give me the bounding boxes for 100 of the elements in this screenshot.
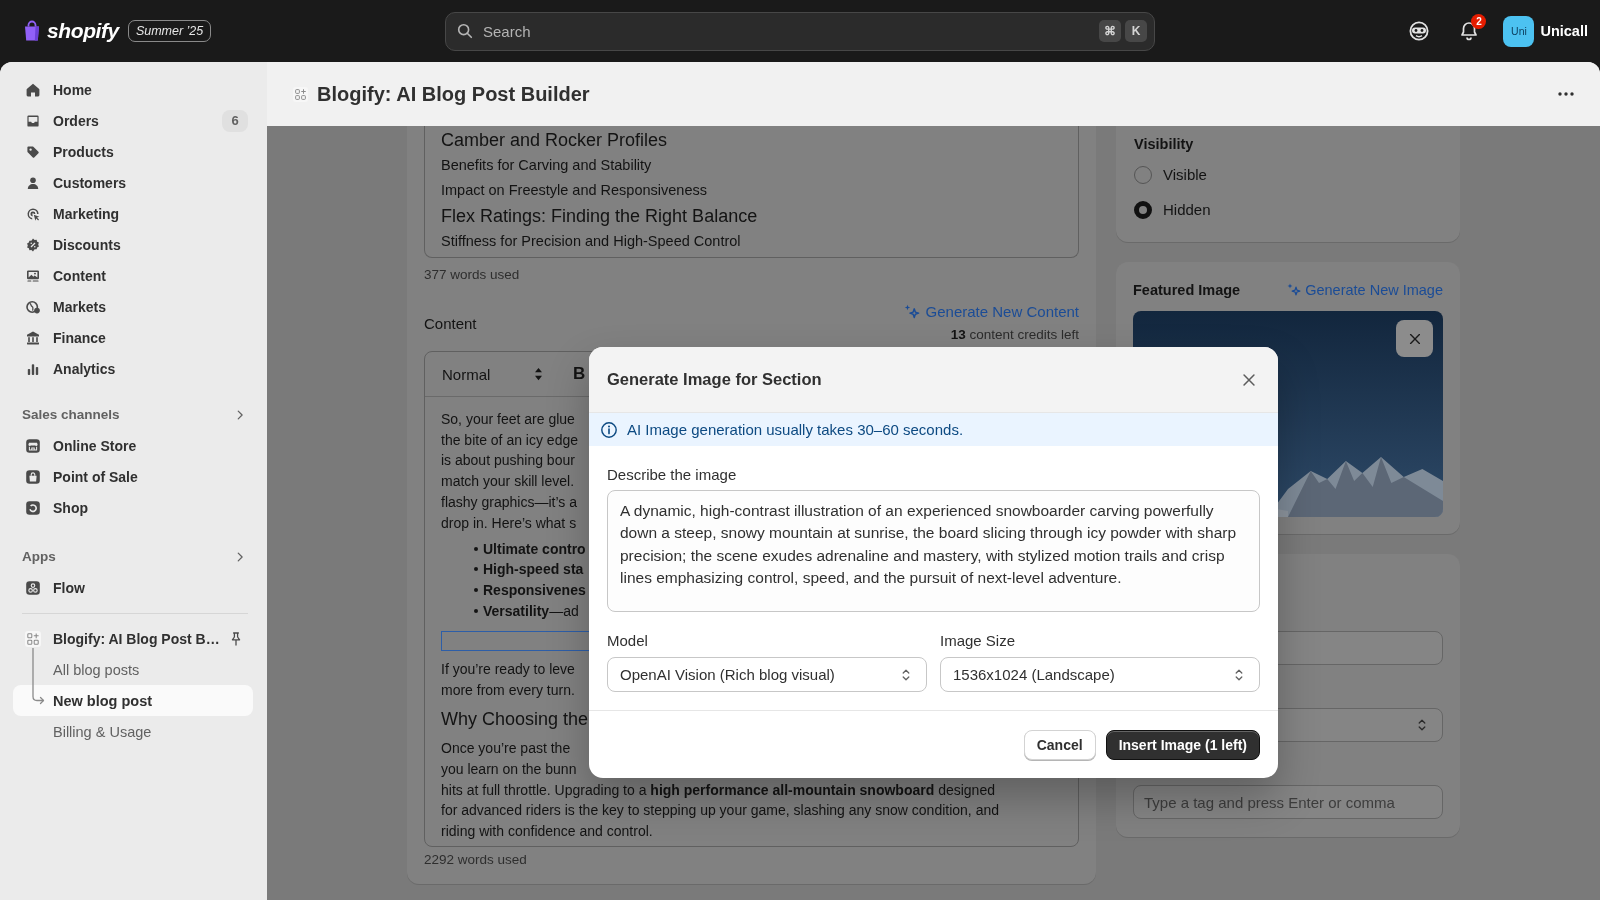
sort-arrows-icon (534, 367, 543, 381)
tag-input-field[interactable]: Type a tag and press Enter or comma (1133, 785, 1443, 819)
count-badge: 6 (222, 109, 248, 132)
editor-text-line: If you’re ready to leve (441, 659, 575, 679)
outline-heading: Camber and Rocker Profiles (441, 129, 668, 152)
nodes-tile-icon (25, 579, 41, 596)
nav-item[interactable]: Products (13, 136, 253, 167)
editor-heading: Why Choosing the (441, 708, 589, 732)
sparkle-icon (1286, 282, 1303, 298)
shopping-bag-tile-icon (25, 468, 41, 485)
field-label: Describe the image (607, 465, 738, 485)
radio-label: Hidden (1163, 201, 1211, 218)
model-select[interactable]: OpenAI Vision (Rich blog visual) (607, 657, 927, 692)
nav-item[interactable]: Content (13, 260, 253, 291)
shortcut-key: ⌘ (1099, 19, 1121, 42)
editor-text-line: more from every turn. (441, 680, 575, 700)
nav-item[interactable]: Marketing (13, 198, 253, 229)
nav-item[interactable]: Markets (13, 291, 253, 322)
percent-badge-icon (25, 236, 41, 253)
section-heading[interactable]: Sales channels (13, 399, 253, 430)
shortcut-key: K (1125, 19, 1147, 42)
text-style-select[interactable]: Normal (442, 365, 543, 383)
user-avatar[interactable]: Uni (1503, 15, 1535, 47)
field-label: Image Size (940, 631, 1017, 651)
sparkle-icon (902, 303, 921, 321)
section-heading[interactable]: Apps (13, 541, 253, 572)
nav-item[interactable]: Point of Sale (13, 461, 253, 492)
editor-text-line: is about pushing bour (441, 451, 575, 471)
nav-item[interactable]: Discounts (13, 229, 253, 260)
outline-subheading: Impact on Freestyle and Responsiveness (441, 181, 707, 200)
target-cursor-icon (25, 205, 41, 222)
bullet-dot-icon (474, 546, 478, 551)
nav-item[interactable]: Online Store (13, 430, 253, 461)
radio-label: Visible (1163, 166, 1207, 183)
user-name[interactable]: Unicall (1540, 23, 1588, 39)
bullet-dot-icon (474, 608, 478, 613)
face-goggles-icon[interactable] (1408, 20, 1431, 42)
word-count: 2292 words used (424, 850, 527, 869)
app-grid-icon (293, 86, 308, 102)
storefront-icon (25, 437, 41, 454)
outline-editor[interactable]: Camber and Rocker Profiles Benefits for Carving and Stability Impact on Freestyle and Responsiveness Flex Ratings: Finding the Right Balance Stiffness for Precision and High-Speed Control (424, 126, 1079, 258)
bullet-item-text: Ultimate contro (483, 540, 586, 557)
editor-text-line: drop in. Here’s what s (441, 513, 577, 533)
editor-text-line: flashy graphics—it’s a (441, 492, 577, 512)
card-title: Visibility (1134, 135, 1194, 154)
editor-text-line: for advanced riders is the key to stepping up your game, slashing any snow condition, and (441, 801, 999, 821)
image-frame-icon (25, 267, 41, 284)
editor-text-line: the bite of an icy edge (441, 430, 578, 450)
outline-heading: Flex Ratings: Finding the Right Balance (441, 205, 758, 228)
bank-icon (25, 329, 41, 346)
app-nav-item[interactable]: Blogify: AI Blog Post B… (13, 623, 253, 654)
editor-text-line: match your skill level. (441, 472, 575, 492)
editor-text-line: hits at full throttle. Upgrading to a high performance all-mountain snowboard designed (441, 780, 995, 800)
word-count: 377 words used (424, 266, 520, 284)
bold-button[interactable]: B (573, 364, 586, 384)
insert-image-button[interactable]: Insert Image (1 left) (1105, 730, 1260, 760)
circle-arrow-tile-icon (25, 499, 41, 516)
field-label: Model (607, 631, 649, 651)
globe-coin-icon (25, 298, 41, 315)
logo-wordmark[interactable]: shopify (47, 19, 119, 43)
nav-item[interactable]: Orders 6 (13, 105, 253, 136)
nav-item[interactable]: Home (13, 74, 253, 105)
bullet-item-text: Responsivenes (483, 581, 586, 598)
bullet-item-text: High-speed sta (483, 561, 584, 578)
nav-item[interactable]: Finance (13, 322, 253, 353)
person-icon (25, 174, 41, 191)
editor-text-line: you learn on the bunn (441, 760, 577, 780)
cancel-button[interactable]: Cancel (1023, 730, 1096, 760)
sub-nav-item[interactable]: All blog posts (13, 654, 253, 685)
edition-badge: Summer ’25 (127, 20, 212, 42)
nav-item[interactable]: Analytics (13, 353, 253, 384)
page-title: Blogify: AI Blog Post Builder (317, 82, 590, 106)
nav-item[interactable]: Customers (13, 167, 253, 198)
radio-button[interactable] (1134, 200, 1152, 219)
nav-item[interactable]: Flow (13, 572, 253, 603)
banner-text: AI Image generation usually takes 30–60 seconds. (627, 421, 964, 438)
bullet-dot-icon (474, 587, 478, 592)
editor-text-line: Once you’re past the (441, 739, 571, 759)
bag-logo-icon[interactable] (22, 20, 42, 42)
bullet-item-text: Versatility—ad (483, 602, 579, 619)
sub-nav-item[interactable]: New blog post (13, 685, 253, 716)
image-description-field[interactable]: A dynamic, high-contrast illustration of an experienced snowboarder carving powerfully down a steep, snowy mountain at sunrise, the board slicing through icy powder with sharp precision; the scene exudes adrenaline and mastery, with stylized motion trails and crisp lines emphasizing control, speed, and the pursuit of next-level adventure. (607, 490, 1260, 612)
branch-arrow-icon (31, 648, 45, 705)
modal-title: Generate Image for Section (607, 370, 822, 389)
card-title: Featured Image (1133, 281, 1241, 300)
app-grid-icon (25, 630, 41, 647)
field-label: Content (424, 314, 477, 332)
remove-image-button[interactable] (1396, 320, 1433, 357)
nav-item[interactable]: Shop (13, 492, 253, 523)
home-icon (25, 81, 41, 98)
notification-badge: 2 (1471, 14, 1487, 29)
sub-nav-item[interactable]: Billing & Usage (13, 716, 253, 747)
search-icon (456, 22, 474, 40)
image-size-select[interactable]: 1536x1024 (Landscape) (940, 657, 1260, 692)
outline-subheading: Stiffness for Precision and High-Speed Control (441, 232, 741, 251)
tag-icon (25, 143, 41, 160)
credits-remaining-text: 13 content credits left (950, 326, 1079, 344)
editor-text-line: riding with confidence and control. (441, 822, 653, 842)
bullet-dot-icon (474, 567, 478, 572)
info-icon (600, 420, 618, 439)
